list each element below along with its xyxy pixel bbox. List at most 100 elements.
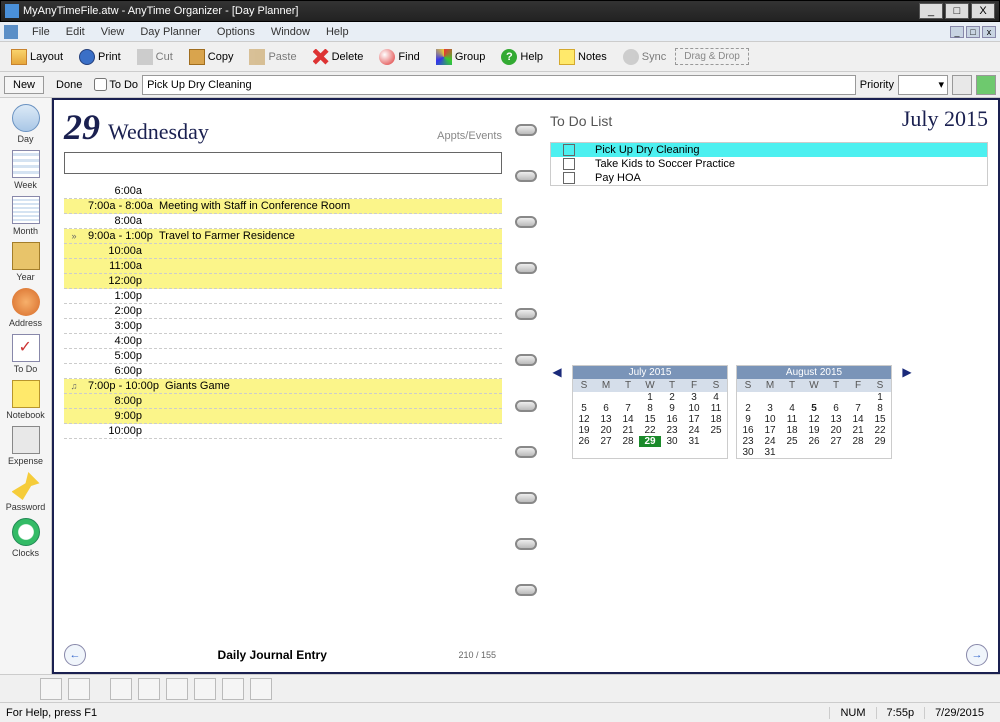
sidebar-item-password[interactable]: Password xyxy=(2,470,50,514)
entry-action1-button[interactable] xyxy=(952,75,972,95)
calendar-day[interactable]: 2 xyxy=(737,403,759,414)
calendar-day[interactable]: 26 xyxy=(573,436,595,447)
calendar-day[interactable]: 10 xyxy=(683,403,705,414)
layout-button[interactable]: Layout xyxy=(4,46,70,68)
calendar-day[interactable]: 7 xyxy=(617,403,639,414)
copy-button[interactable]: Copy xyxy=(182,46,241,68)
appointment-row[interactable]: 4:00p xyxy=(64,334,502,349)
appointment-row[interactable]: 11:00a xyxy=(64,259,502,274)
appt-search-input[interactable] xyxy=(64,152,502,174)
find-button[interactable]: Find xyxy=(372,46,426,68)
close-button[interactable]: X xyxy=(971,3,995,19)
dragdrop-zone[interactable]: Drag & Drop xyxy=(675,48,749,65)
appointment-row[interactable]: 5:00p xyxy=(64,349,502,364)
calendar-day[interactable] xyxy=(825,392,847,403)
appointment-row[interactable]: 6:00a xyxy=(64,184,502,199)
calendar-day[interactable]: 29 xyxy=(639,436,661,447)
priority-dropdown[interactable]: ▾ xyxy=(898,75,948,95)
sidebar-item-clocks[interactable]: Clocks xyxy=(2,516,50,560)
appointment-row[interactable]: 9:00p xyxy=(64,409,502,424)
calendar-day[interactable]: 15 xyxy=(639,414,661,425)
calendar-day[interactable]: 24 xyxy=(759,436,781,447)
sidebar-item-month[interactable]: Month xyxy=(2,194,50,238)
prev-day-button[interactable]: ← xyxy=(64,644,86,666)
calendar-day[interactable]: 2 xyxy=(661,392,683,403)
sidebar-item-year[interactable]: Year xyxy=(2,240,50,284)
calendar-day[interactable] xyxy=(847,392,869,403)
menu-view[interactable]: View xyxy=(93,26,133,38)
appointment-row[interactable]: 10:00p xyxy=(64,424,502,439)
menu-options[interactable]: Options xyxy=(209,26,263,38)
appointment-row[interactable]: 7:00a - 8:00a Meeting with Staff in Conf… xyxy=(64,199,502,214)
menu-help[interactable]: Help xyxy=(318,26,357,38)
calendar-day[interactable]: 30 xyxy=(661,436,683,447)
menu-day-planner[interactable]: Day Planner xyxy=(132,26,209,38)
calendar-day[interactable] xyxy=(781,392,803,403)
sidebar-item-address[interactable]: Address xyxy=(2,286,50,330)
view-day-button[interactable] xyxy=(40,678,62,700)
calendar-day[interactable]: 20 xyxy=(595,425,617,436)
sync-button[interactable]: Sync xyxy=(616,46,673,68)
appointment-row[interactable]: 8:00a xyxy=(64,214,502,229)
todo-row[interactable]: Take Kids to Soccer Practice xyxy=(551,157,987,171)
calendar-day[interactable]: 16 xyxy=(661,414,683,425)
new-button[interactable]: New xyxy=(4,76,44,94)
todo-checkbox[interactable] xyxy=(94,78,107,91)
sidebar-item-notebook[interactable]: Notebook xyxy=(2,378,50,422)
calendar-day[interactable] xyxy=(781,447,803,458)
mdi-close-button[interactable]: x xyxy=(982,26,996,38)
calendar-day[interactable]: 23 xyxy=(737,436,759,447)
calendar-day[interactable] xyxy=(847,447,869,458)
next-month-button[interactable]: ▶ xyxy=(900,365,914,379)
calendar-day[interactable]: 30 xyxy=(737,447,759,458)
sidebar-item-to-do[interactable]: To Do xyxy=(2,332,50,376)
calendar-day[interactable]: 26 xyxy=(803,436,825,447)
sidebar-item-expense[interactable]: Expense xyxy=(2,424,50,468)
calendar-day[interactable]: 8 xyxy=(639,403,661,414)
next-day-button[interactable]: → xyxy=(966,644,988,666)
calendar-day[interactable]: 23 xyxy=(661,425,683,436)
maximize-button[interactable]: □ xyxy=(945,3,969,19)
view-zoom1-button[interactable] xyxy=(194,678,216,700)
appointment-row[interactable]: ♫7:00p - 10:00p Giants Game xyxy=(64,379,502,394)
calendar-day[interactable]: 21 xyxy=(847,425,869,436)
calendar-day[interactable]: 3 xyxy=(759,403,781,414)
calendar-day[interactable] xyxy=(737,392,759,403)
view-calendar-button[interactable] xyxy=(138,678,160,700)
todo-row[interactable]: Pay HOA xyxy=(551,171,987,185)
calendar-day[interactable]: 29 xyxy=(869,436,891,447)
calendar-day[interactable]: 27 xyxy=(595,436,617,447)
view-zoom2-button[interactable] xyxy=(222,678,244,700)
calendar-day[interactable]: 14 xyxy=(847,414,869,425)
appointment-row[interactable]: 12:00p xyxy=(64,274,502,289)
calendar-day[interactable]: 19 xyxy=(803,425,825,436)
calendar-day[interactable] xyxy=(705,436,727,447)
view-zoom3-button[interactable] xyxy=(250,678,272,700)
calendar-day[interactable]: 24 xyxy=(683,425,705,436)
calendar-day[interactable]: 22 xyxy=(869,425,891,436)
calendar-day[interactable]: 14 xyxy=(617,414,639,425)
calendar-day[interactable]: 9 xyxy=(661,403,683,414)
calendar-day[interactable] xyxy=(759,392,781,403)
entry-input[interactable] xyxy=(142,75,856,95)
calendar-day[interactable]: 20 xyxy=(825,425,847,436)
view-list-button[interactable] xyxy=(166,678,188,700)
appointment-row[interactable]: 10:00a xyxy=(64,244,502,259)
appointment-row[interactable]: »9:00a - 1:00p Travel to Farmer Residenc… xyxy=(64,229,502,244)
calendar-day[interactable]: 11 xyxy=(781,414,803,425)
calendar-day[interactable]: 17 xyxy=(683,414,705,425)
calendar-day[interactable]: 22 xyxy=(639,425,661,436)
view-settings-button[interactable] xyxy=(68,678,90,700)
calendar-day[interactable]: 4 xyxy=(705,392,727,403)
calendar-day[interactable] xyxy=(803,392,825,403)
mdi-minimize-button[interactable]: _ xyxy=(950,26,964,38)
todo-checkbox[interactable] xyxy=(563,144,575,156)
menu-window[interactable]: Window xyxy=(263,26,318,38)
calendar-day[interactable]: 6 xyxy=(825,403,847,414)
notes-button[interactable]: Notes xyxy=(552,46,614,68)
appointment-row[interactable]: 2:00p xyxy=(64,304,502,319)
help-button[interactable]: ?Help xyxy=(494,46,550,68)
prev-month-button[interactable]: ◀ xyxy=(550,365,564,379)
done-button[interactable]: Done xyxy=(48,77,90,93)
calendar-day[interactable] xyxy=(595,392,617,403)
